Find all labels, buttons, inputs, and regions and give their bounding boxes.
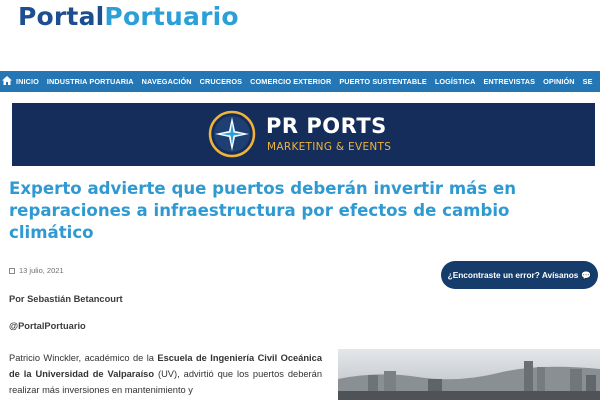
nav-item-entrevistas[interactable]: ENTREVISTAS <box>483 77 535 86</box>
body-text-part: Patricio Winckler, académico de la <box>9 353 158 363</box>
banner-tagline: MARKETING & EVENTS <box>267 141 392 153</box>
article-handle[interactable]: @PortalPortuario <box>9 321 86 331</box>
article-author: Por Sebastián Betancourt <box>9 294 123 304</box>
main-nav: INICIO INDUSTRIA PORTUARIA NAVEGACIÓN CR… <box>0 71 600 92</box>
article-photo <box>338 349 600 400</box>
nav-item-industria-portuaria[interactable]: INDUSTRIA PORTUARIA <box>47 77 134 86</box>
nav-item-navegacion[interactable]: NAVEGACIÓN <box>142 77 192 86</box>
nav-item-se[interactable]: SE <box>583 77 593 86</box>
report-error-button[interactable]: ¿Encontraste un error? Avísanos 💬 <box>441 261 598 289</box>
calendar-icon <box>9 267 15 274</box>
nav-item-opinion[interactable]: OPINIÓN <box>543 77 575 86</box>
compass-logo-icon <box>208 110 256 158</box>
speech-bubble-icon: 💬 <box>581 270 592 280</box>
logo-text-portal: Portal <box>18 2 105 31</box>
home-icon[interactable] <box>2 75 12 88</box>
article-date-text: 13 julio, 2021 <box>19 266 64 275</box>
ad-banner[interactable]: PR PORTS MARKETING & EVENTS <box>12 103 595 166</box>
nav-item-inicio[interactable]: INICIO <box>16 77 39 86</box>
nav-item-cruceros[interactable]: CRUCEROS <box>200 77 243 86</box>
report-error-label: ¿Encontraste un error? Avísanos <box>447 270 579 280</box>
banner-brand: PR PORTS <box>266 114 387 138</box>
article-date: 13 julio, 2021 <box>9 266 64 275</box>
article-body: Patricio Winckler, académico de la Escue… <box>9 350 322 398</box>
article-title: Experto advierte que puertos deberán inv… <box>9 179 517 242</box>
nav-item-comercio-exterior[interactable]: COMERCIO EXTERIOR <box>250 77 331 86</box>
logo-text-portuario: Portuario <box>104 2 239 31</box>
site-logo[interactable]: PortalPortuario <box>18 0 239 34</box>
city-photo-image <box>338 349 600 400</box>
nav-item-puerto-sustentable[interactable]: PUERTO SUSTENTABLE <box>339 77 426 86</box>
nav-item-logistica[interactable]: LOGÍSTICA <box>435 77 476 86</box>
